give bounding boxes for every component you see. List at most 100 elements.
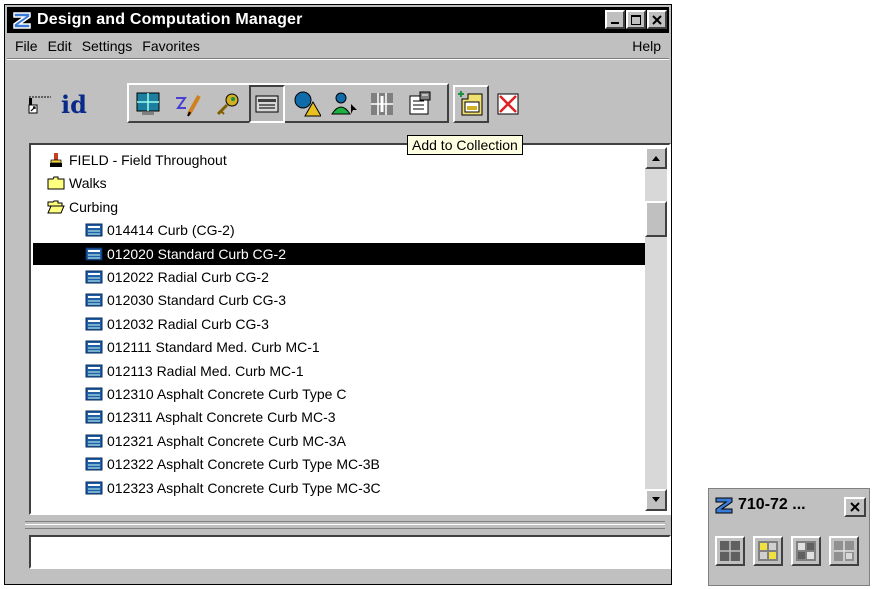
- list-item[interactable]: 012032 Radial Curb CG-3: [33, 313, 645, 335]
- list-item-label: 012113 Radial Med. Curb MC-1: [107, 362, 304, 379]
- list-item[interactable]: 012321 Asphalt Concrete Curb MC-3A: [33, 430, 645, 452]
- list-item-label: 012032 Radial Curb CG-3: [107, 315, 269, 332]
- app-logo-icon: [11, 9, 33, 31]
- tooltip: Add to Collection: [407, 135, 523, 155]
- list-item-label: 012310 Asphalt Concrete Curb Type C: [107, 386, 347, 402]
- item-icon: [85, 269, 103, 285]
- list-item-label: 012311 Asphalt Concrete Curb MC-3: [107, 409, 336, 426]
- menu-help[interactable]: Help: [632, 38, 661, 54]
- maximize-icon: [631, 14, 641, 25]
- paint-brush-icon: [47, 152, 65, 168]
- dcm-window: Design and Computation Manager File Edit…: [4, 4, 672, 585]
- menu-separator: [7, 58, 669, 60]
- add-to-collection-button[interactable]: [453, 85, 489, 123]
- menu-favorites[interactable]: Favorites: [142, 38, 200, 54]
- list-item[interactable]: 012113 Radial Med. Curb MC-1: [33, 360, 645, 382]
- menu-settings[interactable]: Settings: [82, 38, 133, 54]
- item-icon: [85, 386, 103, 402]
- close-button[interactable]: [647, 10, 667, 29]
- list-item-label: 012111 Standard Med. Curb MC-1: [107, 339, 320, 356]
- list-item-label: Walks: [69, 175, 107, 192]
- view-button-2[interactable]: [753, 536, 783, 566]
- minimize-button[interactable]: [605, 10, 625, 29]
- ruler-pointer-icon: [28, 96, 51, 114]
- list-item[interactable]: 012111 Standard Med. Curb MC-1: [33, 336, 645, 358]
- toolbar: id: [7, 65, 669, 123]
- list-item-label: 012321 Asphalt Concrete Curb MC-3A: [107, 432, 346, 449]
- pane-splitter[interactable]: [25, 521, 665, 529]
- identify-button[interactable]: id: [57, 87, 91, 121]
- folder-open-icon: [47, 199, 65, 215]
- scroll-thumb[interactable]: [645, 201, 667, 237]
- view-quad-icon: [796, 541, 816, 561]
- item-icon: [85, 363, 103, 379]
- delete-x-icon: [497, 93, 519, 115]
- list-item-label: 012030 Standard Curb CG-3: [107, 292, 286, 309]
- view-button-3[interactable]: [791, 536, 821, 566]
- list-item[interactable]: FIELD - Field Throughout: [33, 149, 645, 171]
- window-title: Design and Computation Manager: [37, 11, 303, 28]
- monitor-grid-icon: [136, 92, 160, 115]
- list-item[interactable]: Walks: [33, 172, 645, 194]
- list-item[interactable]: 012311 Asphalt Concrete Curb MC-3: [33, 406, 645, 428]
- menu-file[interactable]: File: [15, 38, 38, 54]
- close-icon: [850, 502, 860, 512]
- person-pointer-icon: [331, 92, 357, 115]
- menu-bar: File Edit Settings Favorites Help: [7, 35, 669, 57]
- shapes-icon: [294, 91, 321, 117]
- vertical-scrollbar[interactable]: [645, 147, 667, 511]
- keyin-button[interactable]: [23, 87, 57, 121]
- list-item[interactable]: 012310 Asphalt Concrete Curb Type C: [33, 383, 645, 405]
- item-list[interactable]: FIELD - Field Throughout Walks Curbing 0144…: [29, 143, 671, 515]
- menu-edit[interactable]: Edit: [48, 38, 72, 54]
- item-icon: [85, 339, 103, 355]
- delete-from-collection-button[interactable]: [491, 87, 525, 121]
- list-item[interactable]: 012322 Asphalt Concrete Curb Type MC-3B: [33, 453, 645, 475]
- view-palette: 710-72 ...: [708, 488, 870, 586]
- list-item[interactable]: Curbing: [33, 196, 645, 218]
- properties-button[interactable]: [403, 87, 437, 121]
- list-item-label: 012322 Asphalt Concrete Curb Type MC-3B: [107, 456, 380, 473]
- scroll-down-button[interactable]: [645, 489, 667, 511]
- scroll-up-button[interactable]: [645, 147, 667, 169]
- folder-closed-icon: [47, 175, 65, 191]
- item-list-viewport: FIELD - Field Throughout Walks Curbing 0144…: [33, 147, 645, 511]
- list-item[interactable]: 014414 Curb (CG-2): [33, 219, 645, 241]
- maximize-button[interactable]: [626, 10, 646, 29]
- item-view-button[interactable]: [249, 85, 285, 123]
- list-item[interactable]: 012323 Asphalt Concrete Curb Type MC-3C: [33, 477, 645, 499]
- list-item[interactable]: 012022 Radial Curb CG-2: [33, 266, 645, 288]
- key-button[interactable]: [211, 87, 245, 121]
- pencil-squiggle-icon: [176, 95, 201, 117]
- list-item-label: Curbing: [69, 198, 119, 215]
- list-item[interactable]: 012030 Standard Curb CG-3: [33, 289, 645, 311]
- grid-button[interactable]: [365, 87, 399, 121]
- item-icon: [85, 456, 103, 472]
- item-icon: [85, 246, 103, 262]
- list-item-label: FIELD - Field Throughout: [69, 152, 227, 168]
- display-button[interactable]: [131, 87, 165, 121]
- draw-button[interactable]: [171, 87, 205, 121]
- palette-title-bar[interactable]: 710-72 ...: [713, 492, 806, 518]
- item-icon: [85, 316, 103, 332]
- properties-icon: [409, 91, 431, 115]
- item-icon: [85, 222, 103, 238]
- palette-title: 710-72 ...: [738, 496, 806, 513]
- item-icon: [85, 480, 103, 496]
- person-button[interactable]: [327, 87, 361, 121]
- view-quad-gray-icon: [834, 541, 854, 561]
- view-button-4[interactable]: [829, 536, 859, 566]
- app-logo-icon: [715, 497, 733, 514]
- add-folder-icon: [458, 91, 483, 116]
- palette-close-button[interactable]: [844, 497, 866, 517]
- view-button-1[interactable]: [715, 536, 745, 566]
- view-quad-yellow-icon: [758, 541, 778, 561]
- title-bar[interactable]: Design and Computation Manager: [7, 7, 669, 33]
- item-icon: [85, 409, 103, 425]
- list-item-label: 012022 Radial Curb CG-2: [107, 269, 269, 285]
- key-icon: [216, 93, 239, 116]
- shapes-button[interactable]: [289, 87, 323, 121]
- arrow-up-icon: [652, 156, 660, 161]
- list-item[interactable]: 012020 Standard Curb CG-2: [33, 242, 645, 265]
- close-icon: [652, 14, 662, 25]
